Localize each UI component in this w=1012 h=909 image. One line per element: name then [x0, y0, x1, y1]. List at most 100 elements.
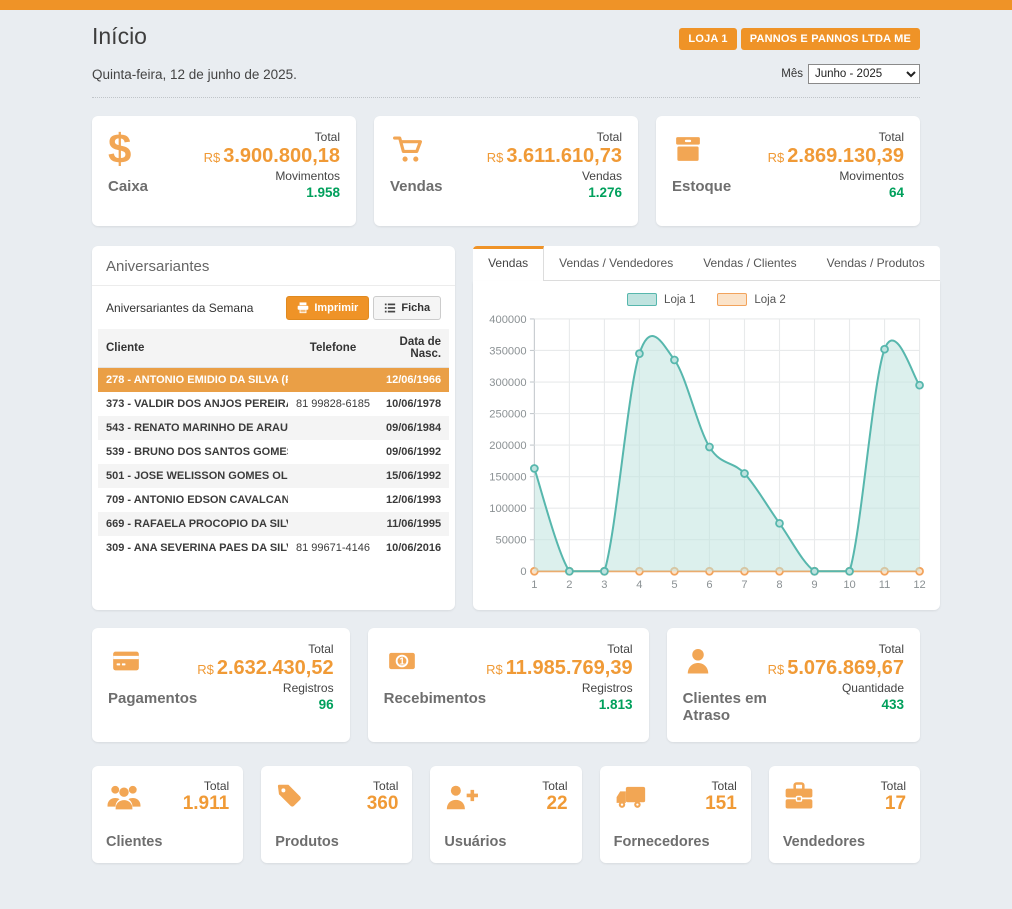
svg-text:3: 3	[601, 579, 607, 591]
card-title: Estoque	[672, 178, 768, 195]
current-date: Quinta-feira, 12 de junho de 2025.	[92, 67, 297, 82]
total-value: R$3.611.610,73	[487, 144, 622, 169]
vendas-card: Vendas Total R$3.611.610,73 Vendas 1.276	[374, 116, 638, 226]
credit-card-icon	[108, 642, 197, 680]
clientes-em-atraso-card: Clientes em Atraso Total R$5.076.869,67 …	[667, 628, 920, 742]
birthdays-subtitle: Aniversariantes da Semana	[106, 301, 253, 315]
total-value: 360	[367, 793, 399, 815]
page-title: Início	[92, 23, 147, 50]
tab-vendas-produtos[interactable]: Vendas / Produtos	[812, 246, 940, 281]
recebimentos-card: 1 Recebimentos Total R$11.985.769,39 Reg…	[368, 628, 649, 742]
birthday-row[interactable]: 309 - ANA SEVERINA PAES DA SILVA81 99671…	[98, 536, 449, 560]
stat-cards-row-2: Pagamentos Total R$2.632.430,52 Registro…	[92, 628, 920, 742]
card-title: Caixa	[108, 178, 204, 195]
card-title: Vendas	[390, 178, 487, 195]
card-title: Produtos	[275, 834, 398, 850]
stat-cards-row-1: $ Caixa Total R$3.900.800,18 Movimentos …	[92, 116, 920, 226]
tab-vendas-vendedores[interactable]: Vendas / Vendedores	[544, 246, 688, 281]
birthday-row[interactable]: 709 - ANTONIO EDSON CAVALCANTE D…12/06/1…	[98, 488, 449, 512]
svg-text:9: 9	[811, 579, 817, 591]
total-value: R$2.869.130,39	[768, 144, 904, 169]
page-header: Início LOJA 1 PANNOS E PANNOS LTDA ME	[92, 10, 920, 50]
birthday-row[interactable]: 543 - RENATO MARINHO DE ARAUJO (F…09/06/…	[98, 416, 449, 440]
birthdays-panel-title: Aniversariantes	[92, 246, 455, 286]
ficha-button[interactable]: Ficha	[373, 296, 441, 320]
metric-label: Movimentos	[768, 169, 904, 183]
month-label: Mês	[781, 68, 803, 80]
svg-text:200000: 200000	[489, 440, 526, 452]
top-accent-bar	[0, 0, 1012, 10]
legend-loja-1: Loja 1	[627, 293, 695, 306]
card-title: Vendedores	[783, 834, 906, 850]
vendedores-card: Total 17 Vendedores	[769, 766, 920, 863]
col-telefone: Telefone	[288, 329, 378, 368]
money-bill-icon: 1	[384, 642, 487, 680]
total-value: R$11.985.769,39	[486, 656, 632, 681]
legend-loja-2: Loja 2	[717, 293, 785, 306]
total-label: Total	[204, 130, 340, 144]
produtos-card: Total 360 Produtos	[261, 766, 412, 863]
svg-text:300000: 300000	[489, 377, 526, 389]
total-value: 1.911	[183, 793, 230, 815]
chart-legend: Loja 1 Loja 2	[483, 293, 930, 306]
metric-label: Vendas	[487, 169, 622, 183]
card-title: Clientes	[106, 834, 229, 850]
user-plus-icon	[444, 779, 478, 813]
metric-label: Registros	[486, 681, 632, 695]
metric-label: Registros	[197, 681, 333, 695]
tab-vendas-clientes[interactable]: Vendas / Clientes	[688, 246, 811, 281]
birthdays-table: Cliente Telefone Data de Nasc. 278 - ANT…	[98, 329, 449, 560]
total-label: Total	[881, 779, 906, 793]
usuarios-card: Total 22 Usuários	[430, 766, 581, 863]
metric-value: 433	[768, 695, 904, 715]
birthday-row[interactable]: 278 - ANTONIO EMIDIO DA SILVA (PALE…12/0…	[98, 368, 449, 393]
svg-text:10: 10	[843, 579, 855, 591]
birthday-row[interactable]: 373 - VALDIR DOS ANJOS PEREIRA (AN…81 99…	[98, 392, 449, 416]
svg-text:400000: 400000	[489, 314, 526, 326]
total-label: Total	[705, 779, 737, 793]
metric-value: 1.813	[486, 695, 632, 715]
birthday-row[interactable]: 501 - JOSE WELISSON GOMES OLIVEIR…15/06/…	[98, 464, 449, 488]
total-label: Total	[197, 642, 333, 656]
company-button[interactable]: PANNOS E PANNOS LTDA ME	[741, 28, 920, 50]
mini-cards-row: Total 1.911 Clientes Total 360 Pr	[92, 766, 920, 863]
card-title: Pagamentos	[108, 690, 197, 707]
svg-text:0: 0	[520, 566, 526, 578]
svg-text:350000: 350000	[489, 345, 526, 357]
metric-value: 1.276	[487, 183, 622, 203]
birthdays-panel: Aniversariantes Aniversariantes da Seman…	[92, 246, 455, 610]
chart-body: Loja 1 Loja 2 12345678910111205000010000…	[473, 281, 940, 610]
col-cliente: Cliente	[98, 329, 288, 368]
legend-swatch-loja-1	[627, 293, 657, 306]
card-title: Recebimentos	[384, 690, 487, 707]
total-label: Total	[183, 779, 230, 793]
metric-value: 64	[768, 183, 904, 203]
sales-chart-svg: 1234567891011120500001000001500002000002…	[483, 310, 930, 598]
birthdays-table-header: Cliente Telefone Data de Nasc.	[98, 329, 449, 368]
store-button[interactable]: LOJA 1	[679, 28, 736, 50]
box-icon	[672, 130, 768, 168]
header-buttons: LOJA 1 PANNOS E PANNOS LTDA ME	[679, 28, 920, 50]
svg-text:1: 1	[399, 656, 405, 667]
total-value: R$3.900.800,18	[204, 144, 340, 169]
pagamentos-card: Pagamentos Total R$2.632.430,52 Registro…	[92, 628, 350, 742]
middle-panels: Aniversariantes Aniversariantes da Seman…	[92, 246, 920, 610]
svg-text:8: 8	[776, 579, 782, 591]
users-icon	[106, 779, 142, 813]
date-line: Quinta-feira, 12 de junho de 2025. Mês J…	[92, 64, 920, 98]
birthday-row[interactable]: 539 - BRUNO DOS SANTOS GOMES09/06/1992	[98, 440, 449, 464]
print-button[interactable]: Imprimir	[286, 296, 369, 320]
total-value: 17	[881, 793, 906, 815]
metric-label: Movimentos	[204, 169, 340, 183]
printer-icon	[297, 302, 309, 314]
total-label: Total	[486, 642, 632, 656]
total-value: 22	[542, 793, 567, 815]
svg-text:7: 7	[741, 579, 747, 591]
chart-tabs: Vendas Vendas / Vendedores Vendas / Clie…	[473, 246, 940, 281]
total-label: Total	[768, 642, 904, 656]
svg-text:6: 6	[706, 579, 712, 591]
tab-vendas[interactable]: Vendas	[473, 246, 544, 281]
card-title: Clientes em Atraso	[683, 690, 768, 724]
month-select[interactable]: Junho - 2025	[808, 64, 920, 84]
birthday-row[interactable]: 669 - RAFAELA PROCOPIO DA SILVA CA…11/06…	[98, 512, 449, 536]
